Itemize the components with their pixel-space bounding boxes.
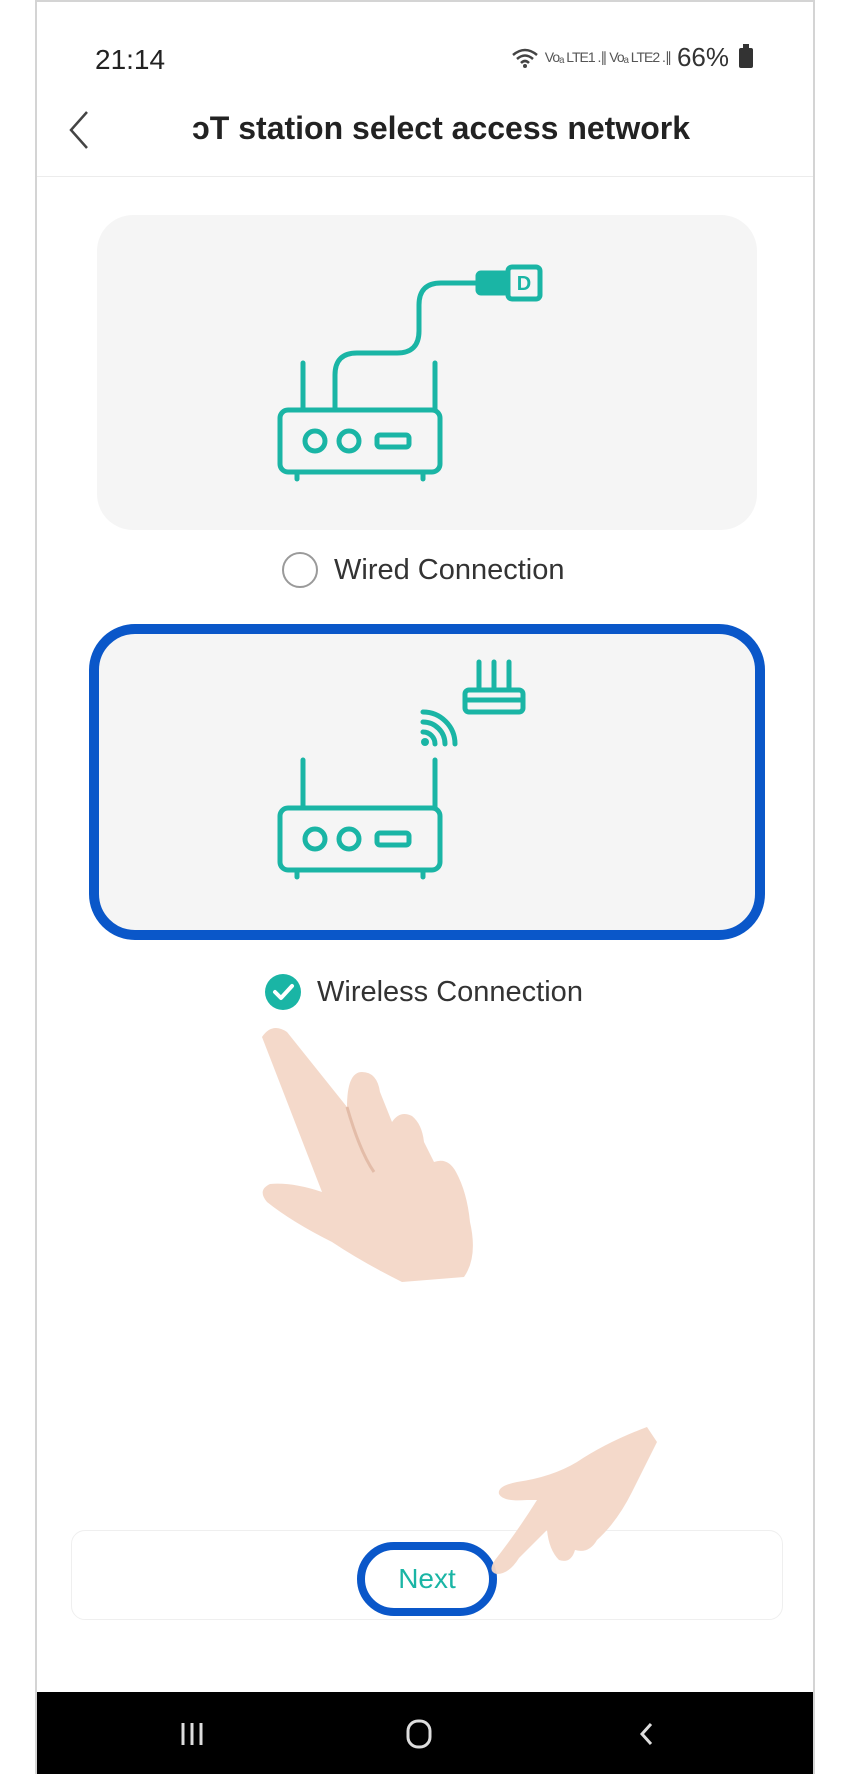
- header-bar: ɔT station select access network: [37, 90, 813, 177]
- page-title: ɔT station select access network: [192, 110, 690, 146]
- back-button[interactable]: [57, 100, 107, 160]
- signal-indicators: Voₐ LTE1 .∥ Voₐ LTE2 .∥: [544, 49, 672, 65]
- wireless-connection-label: Wireless Connection: [317, 975, 583, 1008]
- system-back-button[interactable]: [617, 1712, 677, 1756]
- system-navigation-bar: [37, 1692, 813, 1774]
- wired-connection-card[interactable]: D: [97, 215, 757, 530]
- home-button[interactable]: [389, 1712, 449, 1756]
- wifi-icon: [511, 48, 538, 68]
- battery-percentage: 66%: [676, 42, 729, 72]
- pointing-hand-illustration: [262, 1028, 473, 1282]
- wired-radio-button[interactable]: [282, 552, 318, 588]
- wireless-connection-card[interactable]: [97, 632, 757, 932]
- battery-icon: [739, 43, 753, 68]
- status-icons: Voₐ LTE1 .∥ Voₐ LTE2 .∥ 66%: [511, 42, 753, 73]
- wired-connection-label: Wired Connection: [334, 553, 565, 586]
- phone-screen: 21:14 Voₐ LTE1 .∥ Voₐ LTE2 .∥ 66% ɔT sta…: [35, 0, 815, 1774]
- svg-text:D: D: [517, 273, 531, 295]
- pointing-hand-illustration-next: [491, 1427, 657, 1574]
- back-arrow-icon: [639, 1722, 653, 1746]
- wired-connection-option[interactable]: Wired Connection: [282, 552, 565, 588]
- status-time: 21:14: [95, 44, 166, 75]
- check-icon: [273, 984, 294, 1000]
- recent-apps-icon: [181, 1723, 203, 1745]
- router-cable-icon: D: [277, 264, 543, 482]
- wireless-radio-button[interactable]: [265, 974, 301, 1010]
- recent-apps-button[interactable]: [162, 1712, 222, 1756]
- router-wifi-icon: [277, 659, 526, 880]
- screenshot-frame: 21:14 Voₐ LTE1 .∥ Voₐ LTE2 .∥ 66% ɔT sta…: [0, 0, 846, 1774]
- chevron-left-icon: [69, 111, 88, 149]
- home-icon: [406, 1719, 432, 1749]
- wireless-connection-option[interactable]: Wireless Connection: [265, 974, 583, 1010]
